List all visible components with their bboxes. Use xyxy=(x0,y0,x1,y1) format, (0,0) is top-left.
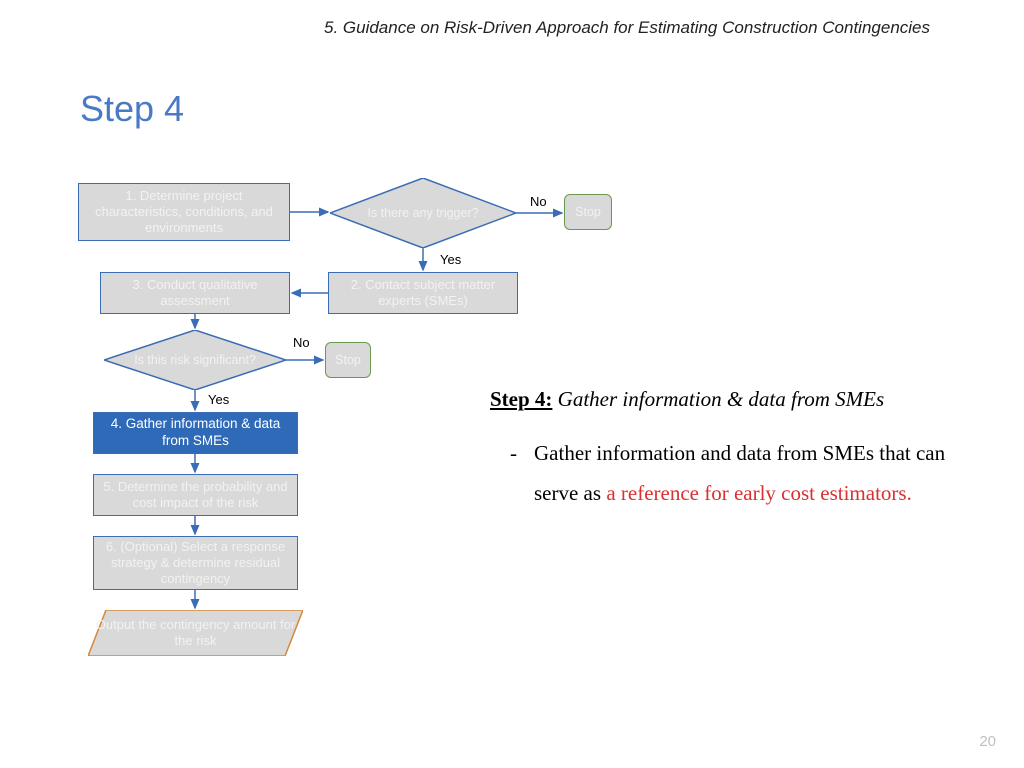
desc-lead-title: Step 4: xyxy=(490,387,552,411)
page-number: 20 xyxy=(979,733,996,750)
flow-box-2: 2. Contact subject matter experts (SMEs) xyxy=(328,272,518,314)
desc-bullet-red: a reference for early cost estimators xyxy=(606,481,906,505)
flow-decision-significant: Is this risk significant? xyxy=(104,330,286,390)
flow-box-3: 3. Conduct qualitative assessment xyxy=(100,272,290,314)
flow-box-4-active: 4. Gather information & data from SMEs xyxy=(93,412,298,454)
branch-label-yes-1: Yes xyxy=(440,252,461,267)
flow-stop-2: Stop xyxy=(325,342,371,378)
flow-output: Output the contingency amount for the ri… xyxy=(88,610,303,656)
desc-bullet-end: . xyxy=(907,481,912,505)
flow-box-6: 6. (Optional) Select a response strategy… xyxy=(93,536,298,590)
branch-label-no-2: No xyxy=(293,335,310,350)
flow-decision-trigger: Is there any trigger? xyxy=(330,178,516,248)
page-title: Step 4 xyxy=(80,88,184,130)
flow-stop-1: Stop xyxy=(564,194,612,230)
branch-label-no-1: No xyxy=(530,194,547,209)
chapter-header: 5. Guidance on Risk-Driven Approach for … xyxy=(0,18,1024,38)
branch-label-yes-2: Yes xyxy=(208,392,229,407)
step-description: Step 4: Gather information & data from S… xyxy=(490,380,960,514)
desc-bullet: Gather information and data from SMEs th… xyxy=(490,434,960,514)
flow-box-1: 1. Determine project characteristics, co… xyxy=(78,183,290,241)
flow-box-5: 5. Determine the probability and cost im… xyxy=(93,474,298,516)
desc-lead-rest: Gather information & data from SMEs xyxy=(552,387,884,411)
